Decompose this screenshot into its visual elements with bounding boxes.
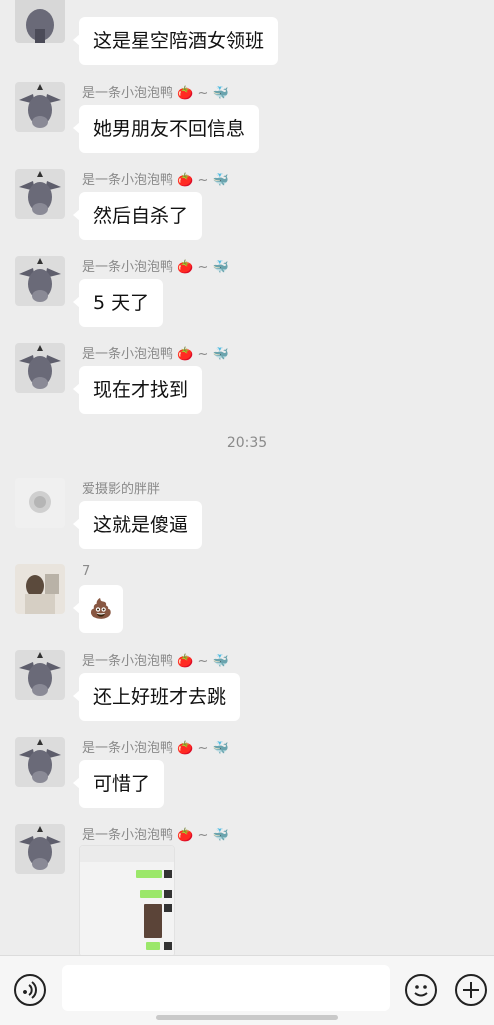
message-bubble[interactable]: 这是星空陪酒女领班 <box>72 17 279 65</box>
chat-area[interactable]: 这是星空陪酒女领班 是一条小泡泡鸭 🍅 ~ 🐳 她男朋友不回信息 是一条小泡泡鸭… <box>0 0 494 955</box>
avatar-photo[interactable] <box>15 564 65 614</box>
sender-name: 是一条小泡泡鸭 🍅 ~ 🐳 <box>82 654 229 669</box>
sender-name: 7 <box>82 564 91 579</box>
message-bubble[interactable]: 5 天了 <box>72 279 164 327</box>
sender-name: 是一条小泡泡鸭 🍅 ~ 🐳 <box>82 260 229 275</box>
avatar-donkey[interactable] <box>15 824 65 874</box>
emoji-icon[interactable] <box>405 974 437 1006</box>
message-bubble[interactable]: 可惜了 <box>72 760 165 808</box>
timestamp: 20:35 <box>226 435 268 451</box>
voice-icon[interactable] <box>14 974 46 1006</box>
message-bubble[interactable]: 还上好班才去跳 <box>72 673 241 721</box>
image-message[interactable] <box>79 845 175 955</box>
avatar-donkey[interactable] <box>15 737 65 787</box>
avatar-donkey[interactable] <box>15 343 65 393</box>
sender-name: 是一条小泡泡鸭 🍅 ~ 🐳 <box>82 741 229 756</box>
avatar-donkey[interactable] <box>15 82 65 132</box>
message-input[interactable] <box>62 965 390 1011</box>
message-bubble[interactable]: 这就是傻逼 <box>72 501 203 549</box>
sender-name: 是一条小泡泡鸭 🍅 ~ 🐳 <box>82 173 229 188</box>
sender-name: 是一条小泡泡鸭 🍅 ~ 🐳 <box>82 828 229 843</box>
emoji-bubble[interactable]: 💩 <box>73 585 123 633</box>
sender-name: 是一条小泡泡鸭 🍅 ~ 🐳 <box>82 86 229 101</box>
avatar-donkey[interactable] <box>15 0 65 43</box>
sender-name: 是一条小泡泡鸭 🍅 ~ 🐳 <box>82 347 229 362</box>
message-bubble[interactable]: 然后自杀了 <box>72 192 203 240</box>
avatar-donkey[interactable] <box>15 256 65 306</box>
avatar-photo[interactable] <box>15 478 65 528</box>
home-indicator <box>156 1015 338 1020</box>
plus-icon[interactable] <box>455 974 487 1006</box>
avatar-donkey[interactable] <box>15 650 65 700</box>
avatar-donkey[interactable] <box>15 169 65 219</box>
sender-name: 爱摄影的胖胖 <box>82 482 161 497</box>
message-bubble[interactable]: 现在才找到 <box>72 366 203 414</box>
message-bubble[interactable]: 她男朋友不回信息 <box>72 105 260 153</box>
